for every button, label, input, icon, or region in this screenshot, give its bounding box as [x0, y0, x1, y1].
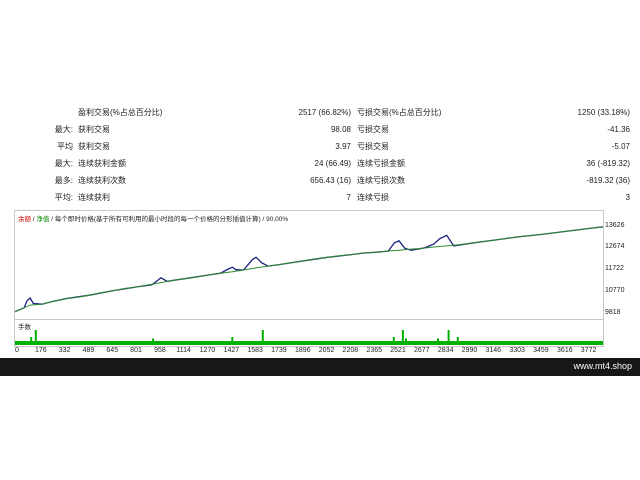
loss-metric-value: 36 (-819.32): [586, 159, 630, 168]
win-metric-name: 盈利交易(%占总百分比): [78, 108, 163, 117]
x-tick-label: 2990: [461, 347, 478, 354]
y-tick-label: 10770: [605, 287, 625, 295]
balance-line: [15, 226, 603, 313]
x-tick-label: 176: [34, 347, 47, 354]
x-tick-label: 2365: [366, 347, 383, 354]
win-metric-name: 连续获利: [78, 193, 110, 202]
loss-metric-value: -41.36: [607, 125, 630, 134]
stats-row-label: 最多:: [54, 176, 73, 185]
loss-metric-value: -819.32 (36): [586, 176, 630, 185]
x-tick-label: 1114: [176, 347, 191, 354]
loss-metric-name: 亏损交易: [357, 142, 389, 151]
stats-row-label: 最大:: [54, 125, 73, 134]
x-tick-label: 2052: [318, 347, 335, 354]
loss-metric-name: 连续亏损金额: [357, 159, 405, 168]
x-axis: 0 176 332 489 645 801 958 1114 1270 1427 1583 1739 1…: [0, 347, 640, 357]
loss-metric-name: 连续亏损次数: [357, 176, 405, 185]
x-tick-label: 3459: [533, 347, 549, 354]
x-tick-label: 3772: [580, 347, 597, 354]
x-tick-label: 0: [15, 347, 19, 354]
stats-row: 平均: 连续获利 7 连续亏损 3: [0, 189, 640, 206]
loss-metric-name: 亏损交易(%占总百分比): [357, 108, 442, 117]
x-tick-label: 1739: [271, 347, 287, 354]
win-metric-value: 656.43 (16): [310, 176, 351, 185]
y-tick-label: 9818: [605, 309, 621, 316]
stats-row-label: 平均: [57, 142, 73, 151]
balance-plot: [15, 226, 603, 313]
volume-plot: [15, 330, 603, 345]
stats-row: 最多: 连续获利次数 656.43 (16) 连续亏损次数 -819.32 (36): [0, 172, 640, 189]
balance-chart: 余额 / 净值 / 每个即时价格(基于所有可利用的最小时段的每一个价格的分形插值…: [14, 210, 604, 320]
x-tick-label: 489: [82, 347, 95, 354]
x-tick-label: 3303: [509, 347, 525, 354]
stats-row: 最大: 获利交易 98.08 亏损交易 -41.36: [0, 121, 640, 138]
x-tick-label: 1427: [223, 347, 240, 354]
x-tick-label: 3146: [485, 347, 502, 354]
stats-row: 平均 获利交易 3.97 亏损交易 -5.07: [0, 138, 640, 155]
win-metric-name: 获利交易: [78, 142, 110, 151]
x-tick-label: 2521: [390, 347, 406, 354]
x-tick-label: 2677: [413, 347, 430, 354]
win-metric-value: 98.08: [330, 125, 351, 134]
x-tick-label: 2208: [342, 347, 359, 354]
y-tick-label: 12674: [605, 243, 625, 251]
loss-metric-name: 亏损交易: [357, 125, 389, 134]
x-tick-label: 958: [154, 347, 166, 354]
stats-row-label: 最大:: [54, 159, 73, 168]
stats-row-label: 平均:: [54, 193, 73, 202]
x-tick-label: 332: [58, 347, 71, 354]
x-tick-label: 1270: [199, 347, 216, 354]
footer-bar: www.mt4.shop: [0, 358, 640, 376]
win-metric-value: 3.97: [335, 142, 351, 151]
loss-metric-name: 连续亏损: [357, 193, 389, 202]
x-tick-label: 3616: [557, 347, 573, 354]
x-tick-label: 645: [106, 347, 119, 354]
win-metric-name: 获利交易: [78, 125, 110, 134]
win-metric-name: 连续获利次数: [78, 176, 126, 185]
x-tick-label: 2834: [437, 347, 454, 354]
y-tick-label: 13626: [605, 221, 625, 229]
win-metric-value: 7: [346, 193, 351, 202]
volume-baseline: [15, 341, 603, 345]
win-metric-name: 连续获利金额: [78, 159, 126, 168]
win-metric-value: 24 (66.49): [314, 159, 351, 168]
stats-row: 最大: 连续获利金额 24 (66.49) 连续亏损金额 36 (-819.32): [0, 155, 640, 172]
x-tick-label: 1896: [295, 347, 311, 354]
loss-metric-value: -5.07: [611, 142, 630, 151]
x-tick-label: 1583: [247, 347, 263, 354]
stats-row: 盈利交易(%占总百分比) 2517 (66.82%) 亏损交易(%占总百分比) 125…: [0, 104, 640, 121]
y-tick-label: 11722: [605, 265, 624, 273]
equity-line: [15, 226, 603, 313]
win-metric-value: 2517 (66.82%): [298, 108, 351, 117]
loss-metric-value: 3: [625, 193, 630, 202]
site-url: www.mt4.shop: [573, 361, 632, 371]
volume-chart: 手数: [14, 319, 604, 347]
x-tick-label: 801: [130, 347, 142, 354]
loss-metric-value: 1250 (33.18%): [577, 108, 630, 117]
